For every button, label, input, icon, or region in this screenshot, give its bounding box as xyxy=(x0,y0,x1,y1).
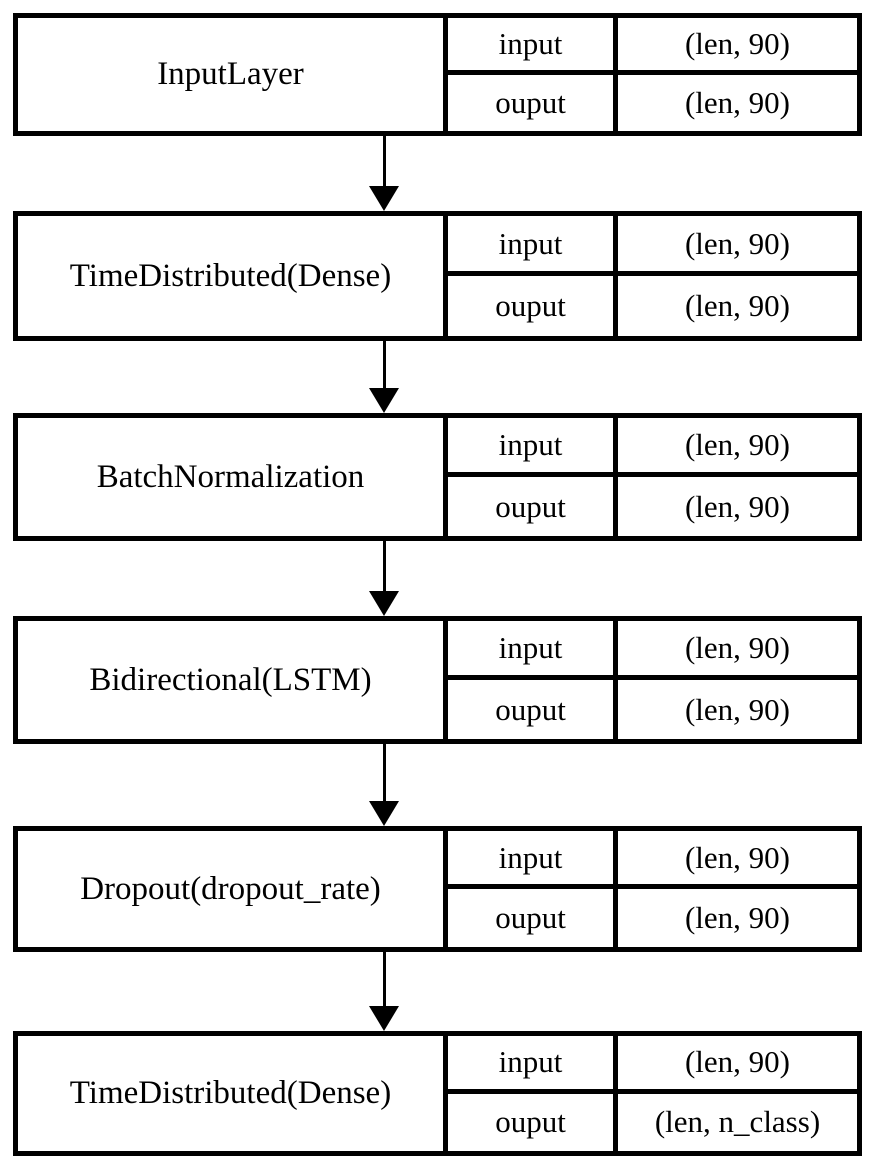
io-value-input-shape: (len, 90) xyxy=(684,839,791,875)
io-row-input: input (len, 90) xyxy=(448,1036,857,1094)
io-row-input: input (len, 90) xyxy=(448,831,857,889)
layer-node-timedistributed-dense-1: TimeDistributed(Dense) input (len, 90) o… xyxy=(13,211,862,341)
arrow-head xyxy=(369,186,399,211)
layer-node-inputlayer: InputLayer input (len, 90) ouput (len, 9… xyxy=(13,13,862,136)
io-row-input: input (len, 90) xyxy=(448,18,857,75)
arrow-shaft xyxy=(383,341,386,388)
io-row-output: ouput (len, 90) xyxy=(448,74,857,131)
io-value-output-shape: (len, 90) xyxy=(684,84,791,120)
connector-arrow-5 xyxy=(369,952,399,1031)
io-value-input-shape: (len, 90) xyxy=(684,630,791,665)
connector-arrow-2 xyxy=(369,341,399,413)
io-row-input: input (len, 90) xyxy=(448,621,857,680)
io-value-output-shape: (len, 90) xyxy=(684,288,791,323)
io-value-input-shape: (len, 90) xyxy=(684,427,791,462)
io-row-output: ouput (len, 90) xyxy=(448,680,857,739)
connector-arrow-3 xyxy=(369,541,399,616)
arrow-head xyxy=(369,591,399,616)
io-value-output-shape: (len, 90) xyxy=(684,691,791,727)
arrow-head xyxy=(369,1006,399,1031)
io-key-input: input xyxy=(448,831,618,884)
layer-node-timedistributed-dense-2: TimeDistributed(Dense) input (len, 90) o… xyxy=(13,1031,862,1156)
io-value-input-shape: (len, 90) xyxy=(684,225,791,261)
io-row-output: ouput (len, n_class) xyxy=(448,1093,857,1151)
io-value-output-shape: (len, n_class) xyxy=(654,1104,821,1140)
layer-node-bidirectional-lstm: Bidirectional(LSTM) input (len, 90) oupu… xyxy=(13,616,862,744)
layer-io-table: input (len, 90) ouput (len, 90) xyxy=(448,831,857,947)
connector-arrow-1 xyxy=(369,136,399,211)
io-row-output: ouput (len, 90) xyxy=(448,477,857,536)
io-key-input: input xyxy=(448,418,618,472)
io-key-output: ouput xyxy=(448,889,618,947)
io-key-output: ouput xyxy=(448,477,618,536)
layer-node-dropout: Dropout(dropout_rate) input (len, 90) ou… xyxy=(13,826,862,952)
io-value-output-shape: (len, 90) xyxy=(684,488,791,524)
layer-name: TimeDistributed(Dense) xyxy=(18,1036,448,1151)
io-value-input-shape: (len, 90) xyxy=(684,1044,791,1080)
io-row-input: input (len, 90) xyxy=(448,418,857,477)
model-architecture-diagram: InputLayer input (len, 90) ouput (len, 9… xyxy=(0,0,875,1172)
layer-name: InputLayer xyxy=(18,18,448,131)
layer-io-table: input (len, 90) ouput (len, 90) xyxy=(448,418,857,536)
io-key-input: input xyxy=(448,1036,618,1089)
layer-io-table: input (len, 90) ouput (len, 90) xyxy=(448,216,857,336)
layer-name: BatchNormalization xyxy=(18,418,448,536)
layer-io-table: input (len, 90) ouput (len, n_class) xyxy=(448,1036,857,1151)
arrow-shaft xyxy=(383,744,386,801)
arrow-shaft xyxy=(383,952,386,1006)
io-key-output: ouput xyxy=(448,680,618,739)
layer-io-table: input (len, 90) ouput (len, 90) xyxy=(448,18,857,131)
io-key-input: input xyxy=(448,216,618,271)
layer-name: Dropout(dropout_rate) xyxy=(18,831,448,947)
io-value-input-shape: (len, 90) xyxy=(684,25,791,61)
arrow-head xyxy=(369,801,399,826)
io-row-input: input (len, 90) xyxy=(448,216,857,276)
io-row-output: ouput (len, 90) xyxy=(448,889,857,947)
io-key-output: ouput xyxy=(448,276,618,336)
io-row-output: ouput (len, 90) xyxy=(448,276,857,336)
io-key-output: ouput xyxy=(448,74,618,131)
layer-node-batchnormalization: BatchNormalization input (len, 90) ouput… xyxy=(13,413,862,541)
io-value-output-shape: (len, 90) xyxy=(684,900,791,935)
io-key-output: ouput xyxy=(448,1093,618,1151)
layer-io-table: input (len, 90) ouput (len, 90) xyxy=(448,621,857,739)
io-key-input: input xyxy=(448,621,618,675)
io-key-input: input xyxy=(448,18,618,70)
arrow-shaft xyxy=(383,136,386,186)
layer-name: Bidirectional(LSTM) xyxy=(18,621,448,739)
layer-name: TimeDistributed(Dense) xyxy=(18,216,448,336)
connector-arrow-4 xyxy=(369,744,399,826)
arrow-shaft xyxy=(383,541,386,591)
arrow-head xyxy=(369,388,399,413)
